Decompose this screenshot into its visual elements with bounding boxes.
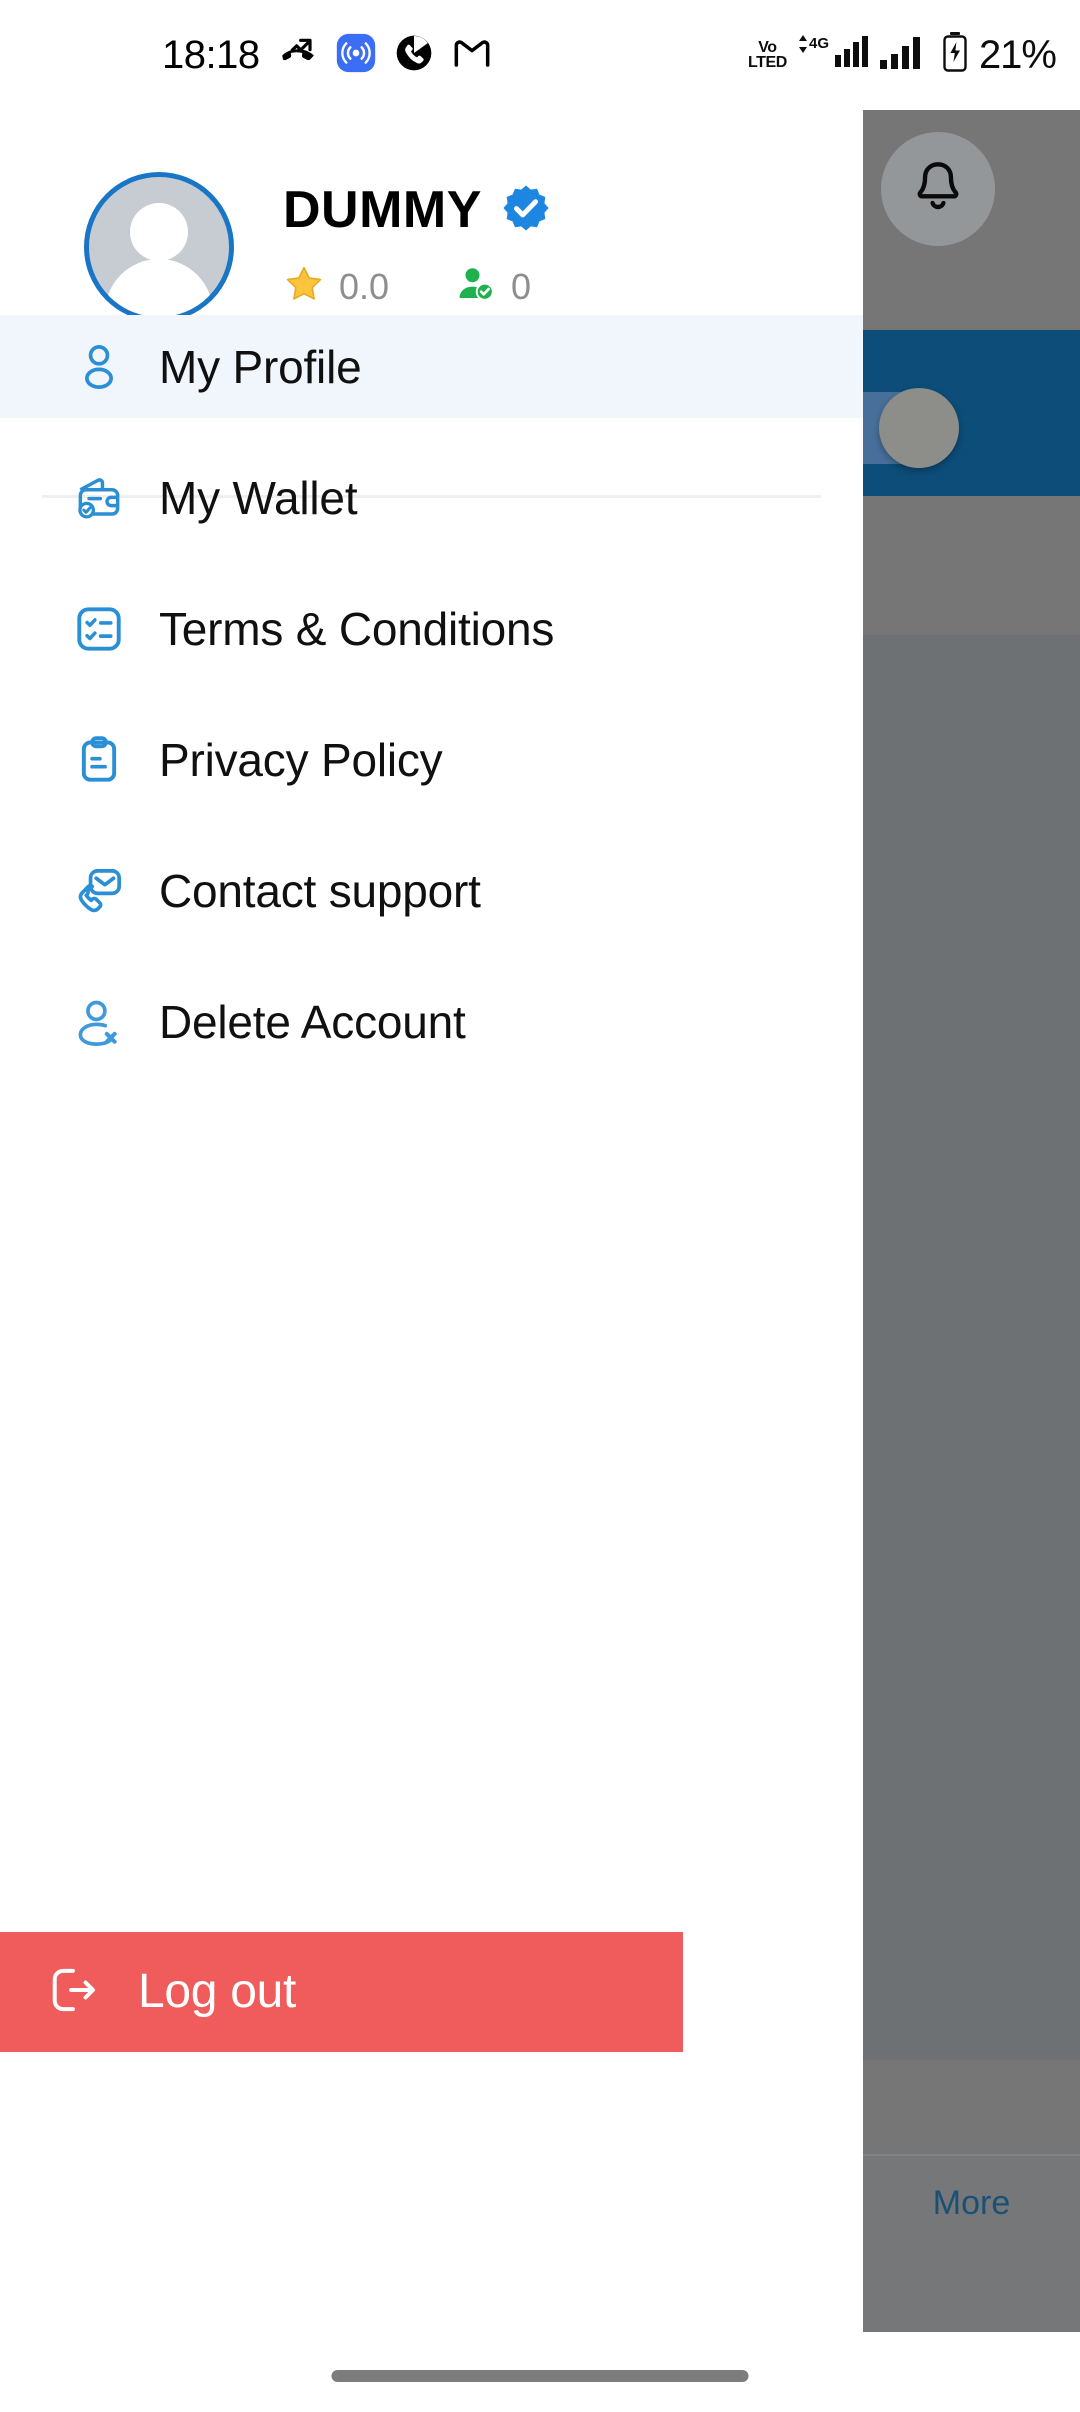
user-remove-icon (73, 996, 131, 1048)
menu-item-label: Terms & Conditions (159, 602, 555, 655)
user-icon (73, 341, 131, 393)
dimmed-background-app[interactable]: More (863, 110, 1080, 2332)
home-gesture-bar[interactable] (331, 2370, 749, 2382)
logout-arrow-icon (44, 1962, 100, 2023)
checklist-icon (73, 603, 131, 655)
phone-screen: 18:18 Vo LTED 4G 21% More DUMMY 0.0 0 My… (0, 0, 1080, 2412)
navigation-drawer: DUMMY 0.0 0 My Profile My Wallet Terms &… (0, 110, 863, 2412)
profile-name-row: DUMMY (283, 182, 552, 239)
gmail-icon (452, 33, 492, 78)
drawer-menu: My Profile My Wallet Terms & Conditions … (0, 288, 863, 1073)
svg-text:4G: 4G (809, 35, 829, 52)
status-bar-clock: 18:18 (162, 33, 260, 77)
clipboard-icon (73, 734, 131, 786)
menu-item-terms-conditions[interactable]: Terms & Conditions (0, 577, 863, 680)
status-bar-left: 18:18 (162, 33, 492, 78)
status-bar-right: Vo LTED 4G 21% (747, 31, 1057, 80)
missed-call-icon (278, 33, 318, 78)
volte-icon: Vo LTED (747, 38, 787, 71)
status-bar: 18:18 Vo LTED 4G 21% (0, 0, 1080, 110)
menu-item-label: My Wallet (159, 471, 358, 524)
menu-item-my-profile[interactable]: My Profile (0, 315, 863, 418)
call-app-icon (394, 33, 434, 78)
notification-bell-icon (907, 156, 969, 223)
toggle-switch-icon[interactable] (863, 388, 959, 468)
wallet-icon (73, 472, 131, 524)
menu-item-label: Delete Account (159, 995, 466, 1048)
page-title: DUMMY (283, 181, 482, 240)
logout-button[interactable]: Log out (0, 1932, 683, 2052)
nearby-share-icon (336, 33, 376, 78)
background-content-area (863, 635, 1080, 2060)
nav-item-more-label: More (932, 2184, 1011, 2222)
menu-item-my-wallet[interactable]: My Wallet (0, 446, 863, 549)
menu-item-label: Contact support (159, 864, 481, 917)
menu-item-label: My Profile (159, 340, 362, 393)
mobile-data-4g-icon: 4G (796, 31, 870, 80)
bottom-navigation-bar[interactable]: More (863, 2154, 1080, 2332)
battery-charging-icon (940, 31, 970, 80)
menu-item-delete-account[interactable]: Delete Account (0, 970, 863, 1073)
background-banner (863, 330, 1080, 496)
logout-label: Log out (138, 1965, 297, 2018)
menu-item-privacy-policy[interactable]: Privacy Policy (0, 708, 863, 811)
battery-percentage: 21% (978, 33, 1057, 77)
verified-badge-icon (500, 182, 552, 239)
menu-item-contact-support[interactable]: Contact support (0, 839, 863, 942)
avatar-placeholder-icon (130, 203, 188, 261)
toggle-knob (879, 388, 959, 468)
menu-item-label: Privacy Policy (159, 733, 443, 786)
notification-bell-button[interactable] (881, 132, 995, 246)
signal-bars-icon (879, 33, 931, 78)
phone-message-icon (73, 865, 131, 917)
nav-item-more[interactable]: More (863, 2182, 1080, 2220)
